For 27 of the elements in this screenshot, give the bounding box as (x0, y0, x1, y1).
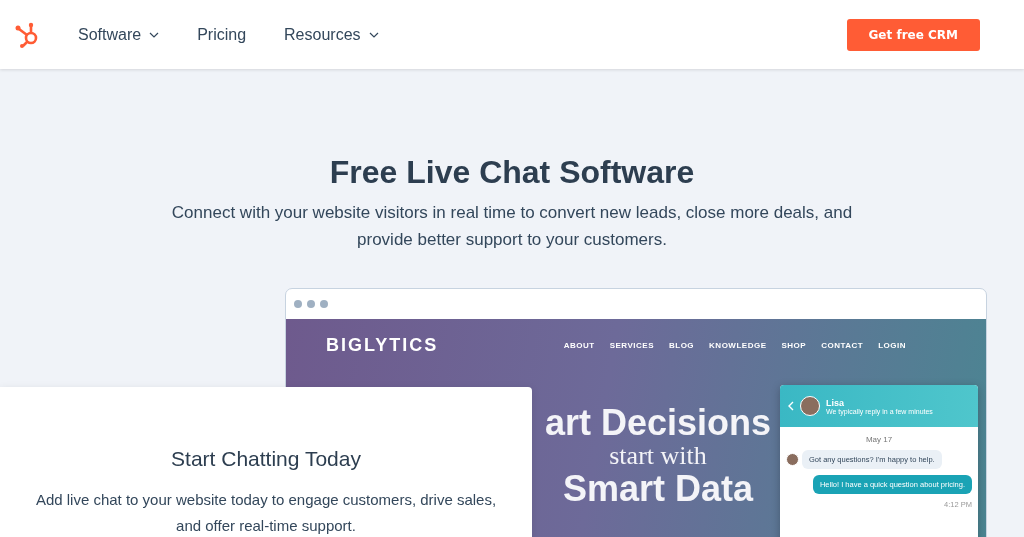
site-nav-link[interactable]: KNOWLEDGE (709, 341, 767, 350)
site-nav-link[interactable]: SHOP (781, 341, 807, 350)
chat-date: May 17 (865, 435, 893, 444)
avatar (800, 396, 820, 416)
site-logo: BIGLYTICS (326, 335, 440, 356)
nav-link[interactable]: Resources (284, 25, 379, 44)
window-dot (294, 300, 302, 308)
card-text: Add live chat to your website today to engage customers, drive sales, and offer real-time support. (34, 490, 498, 536)
nav-link[interactable]: Pricing (197, 25, 247, 44)
agent-name: Lisa (826, 397, 845, 408)
page-title: Free Live Chat Software (328, 154, 696, 191)
site-nav-link[interactable]: LOGIN (878, 341, 906, 350)
site-nav-link[interactable]: CONTACT (821, 341, 864, 350)
page-subtitle: Connect with your website visitors in real time to convert new leads, close more deals, and provide better support to your customers. (170, 202, 854, 251)
site-nav-link[interactable]: ABOUT (563, 341, 595, 350)
headline-text: Smart Data (562, 470, 754, 508)
card-title: Start Chatting Today (171, 447, 361, 471)
site-nav-link[interactable]: BLOG (668, 341, 695, 350)
nav-link[interactable]: Software (78, 25, 160, 44)
window-dot (307, 300, 315, 308)
avatar (786, 453, 799, 466)
back-icon[interactable] (788, 401, 794, 411)
site-nav-link[interactable]: SERVICES (609, 341, 654, 350)
window-dot (320, 300, 328, 308)
get-crm-button[interactable]: Get free CRM (846, 18, 980, 51)
headline-text: start with (609, 442, 707, 470)
headline-text: art Decisions (544, 404, 772, 442)
